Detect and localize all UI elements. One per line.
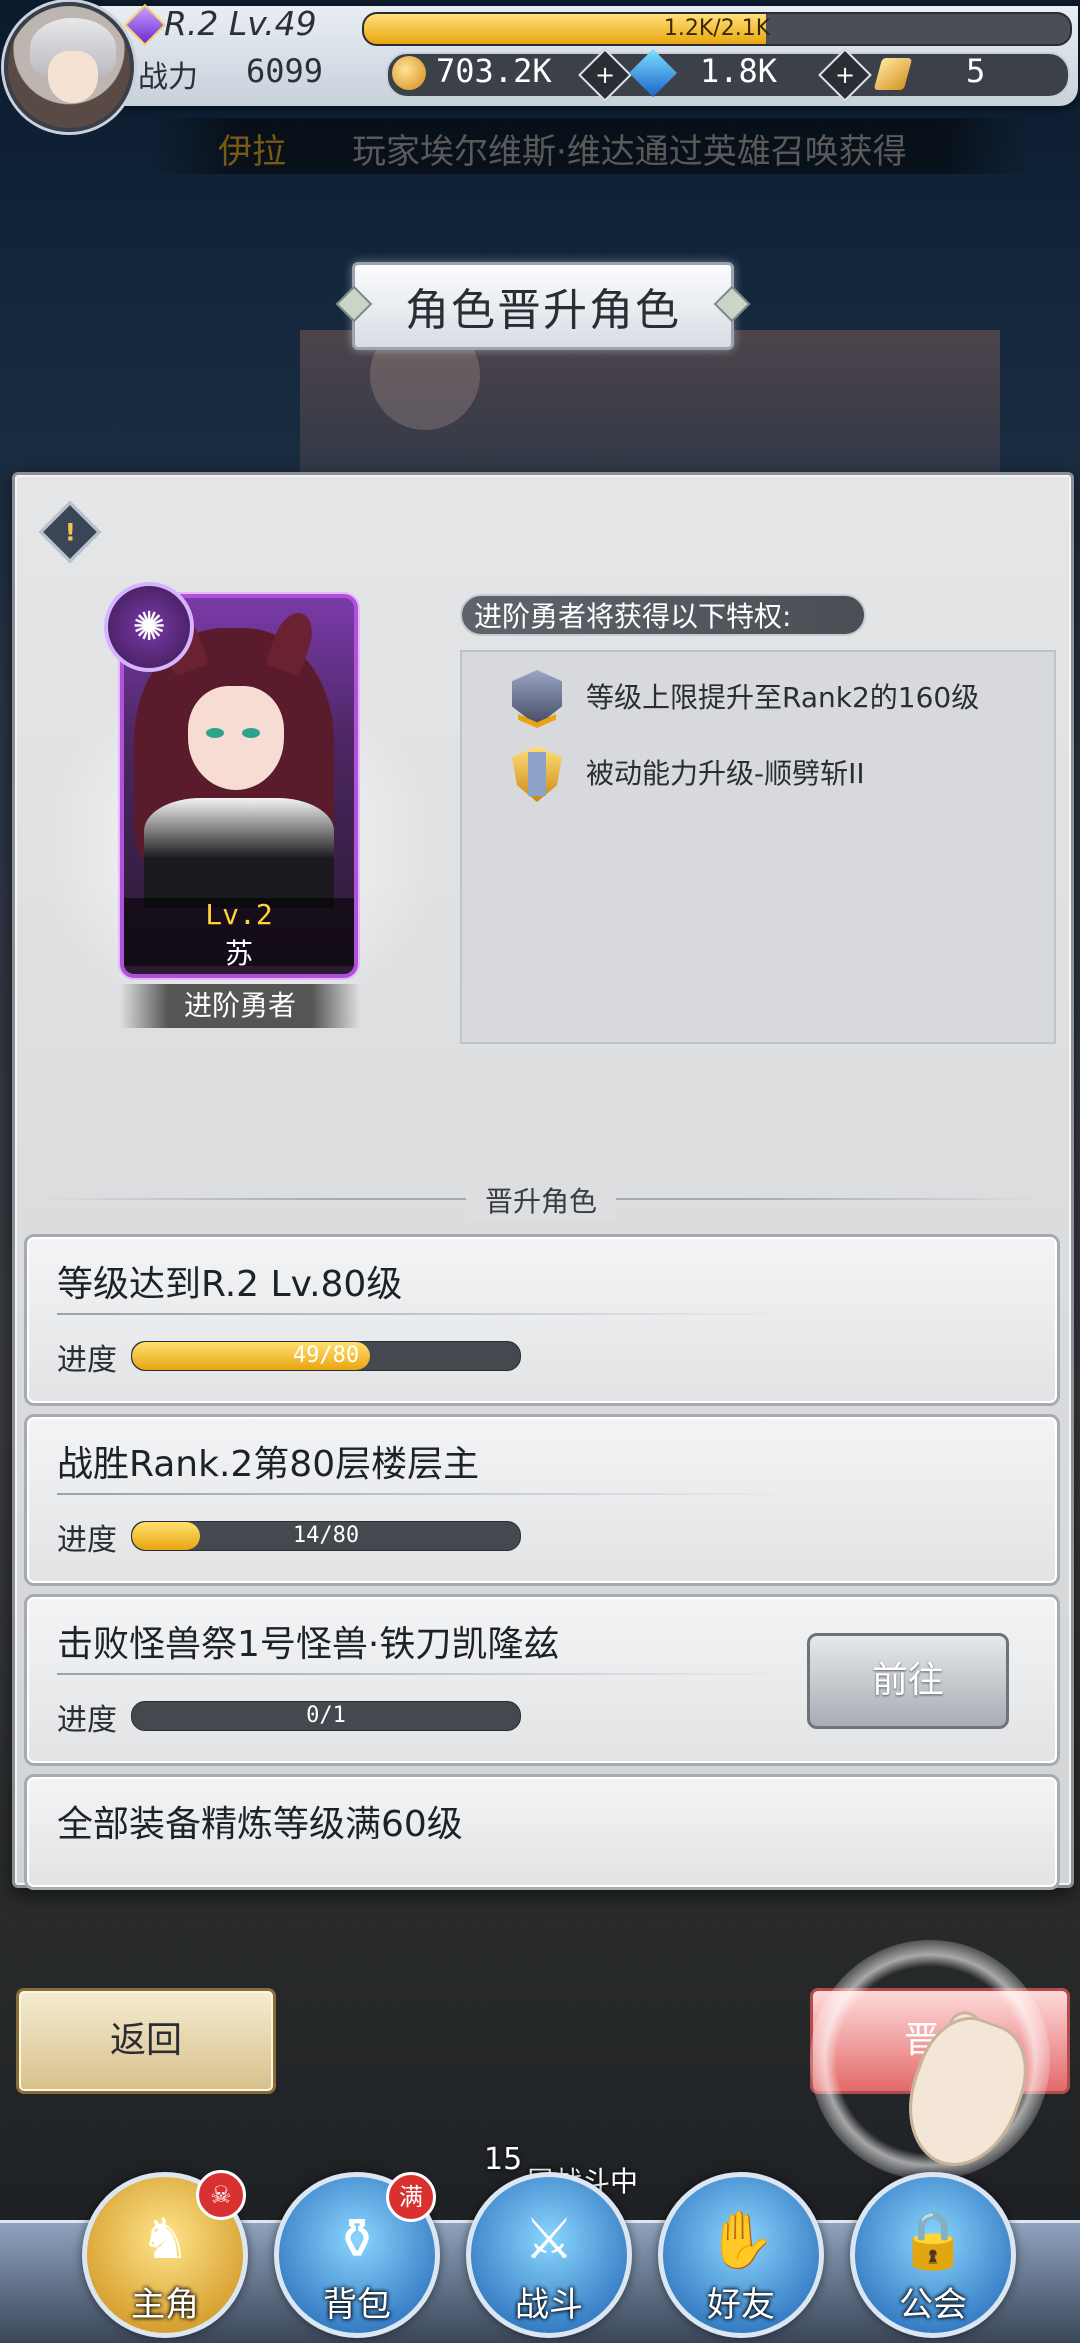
power-label: 战力 [138, 60, 198, 95]
nav-label: 公会 [899, 2285, 967, 2325]
privilege-item-2: 被动能力升级-顺劈斩II [586, 757, 865, 790]
skull-badge-icon: ☠ [196, 2170, 246, 2220]
back-button[interactable]: 返回 [16, 1988, 276, 2094]
requirement-underline [57, 1493, 797, 1495]
full-badge: 满 [386, 2172, 436, 2222]
requirement-underline [57, 1673, 797, 1675]
avatar-face [48, 51, 98, 103]
progress-bar: 0/1 [131, 1701, 521, 1731]
requirement-row: 战胜Rank.2第80层楼层主 进度 14/80 [24, 1414, 1060, 1586]
requirement-title: 战胜Rank.2第80层楼层主 [57, 1444, 480, 1485]
hero-face [188, 686, 284, 790]
requirement-row: 击败怪兽祭1号怪兽·铁刀凯隆兹 进度 0/1 前往 [24, 1594, 1060, 1766]
goto-button[interactable]: 前往 [807, 1633, 1009, 1729]
progress-label: 进度 [57, 1703, 117, 1738]
ticket-amount: 5 [966, 52, 986, 90]
sword-blade-icon [528, 752, 546, 796]
progress-bar: 49/80 [131, 1341, 521, 1371]
power-value: 6099 [246, 52, 324, 90]
nav-friends[interactable]: ✋ 好友 [658, 2172, 824, 2338]
hero-rank-tag: 进阶勇者 [120, 984, 360, 1028]
privilege-item-1: 等级上限提升至Rank2的160级 [586, 681, 980, 714]
gem-amount: 1.8K [700, 52, 778, 90]
section-label: 晋升角色 [466, 1180, 616, 1220]
guild-lock-icon: 🔒 [898, 2208, 968, 2273]
nav-label: 主角 [131, 2285, 199, 2325]
rank-level: R.2 Lv.49 [164, 4, 317, 43]
hero-eye-right [242, 728, 260, 738]
crossed-swords-icon: ⚔ [523, 2207, 575, 2272]
announcement-name: 伊拉 [218, 132, 286, 172]
progress-bar: 14/80 [131, 1521, 521, 1551]
requirement-title: 全部装备精炼等级满60级 [57, 1804, 463, 1845]
requirement-underline [57, 1313, 797, 1315]
requirement-title: 等级达到R.2 Lv.80级 [57, 1264, 403, 1305]
gold-amount: 703.2K [436, 52, 552, 90]
plus-icon: + [594, 60, 616, 89]
exp-text: 1.2K/2.1K [663, 16, 771, 41]
hero-body [144, 798, 334, 908]
requirement-row: 全部装备精炼等级满60级 [24, 1774, 1060, 1890]
privilege-title: 进阶勇者将获得以下特权: [460, 594, 866, 636]
floor-number: 15 [484, 2142, 523, 2177]
hero-class-icon: ✺ [104, 582, 194, 672]
nav-label: 战斗 [515, 2285, 583, 2325]
exp-bar: 1.2K/2.1K [362, 12, 1072, 46]
progress-text: 14/80 [292, 1523, 360, 1548]
progress-text: 0/1 [306, 1703, 346, 1728]
player-avatar[interactable] [4, 2, 134, 132]
hero-name: 苏 [224, 937, 253, 970]
nav-guild[interactable]: 🔒 公会 [850, 2172, 1016, 2338]
progress-text: 49/80 [292, 1343, 360, 1368]
page-title: 角色晋升角色 [405, 285, 681, 336]
nav-label: 好友 [707, 2285, 775, 2325]
gold-coin-icon [392, 56, 426, 90]
plus-icon: + [834, 60, 856, 89]
progress-label: 进度 [57, 1343, 117, 1378]
progress-label: 进度 [57, 1523, 117, 1558]
top-bar: R.2 Lv.49 1.2K/2.1K 战力 6099 703.2K + 1.8… [0, 0, 1080, 132]
handshake-icon: ✋ [706, 2208, 776, 2273]
announcement-text: 玩家埃尔维斯·维达通过英雄召唤获得 [352, 132, 907, 172]
hero-level: Lv.2 [205, 898, 273, 931]
requirement-row: 等级达到R.2 Lv.80级 进度 49/80 [24, 1234, 1060, 1406]
title-banner: 角色晋升角色 [352, 262, 734, 350]
nav-label: 背包 [323, 2285, 391, 2325]
hero-eye-left [206, 728, 224, 738]
requirement-title: 击败怪兽祭1号怪兽·铁刀凯隆兹 [57, 1624, 560, 1665]
nav-battle[interactable]: ⚔ 战斗 [466, 2172, 632, 2338]
